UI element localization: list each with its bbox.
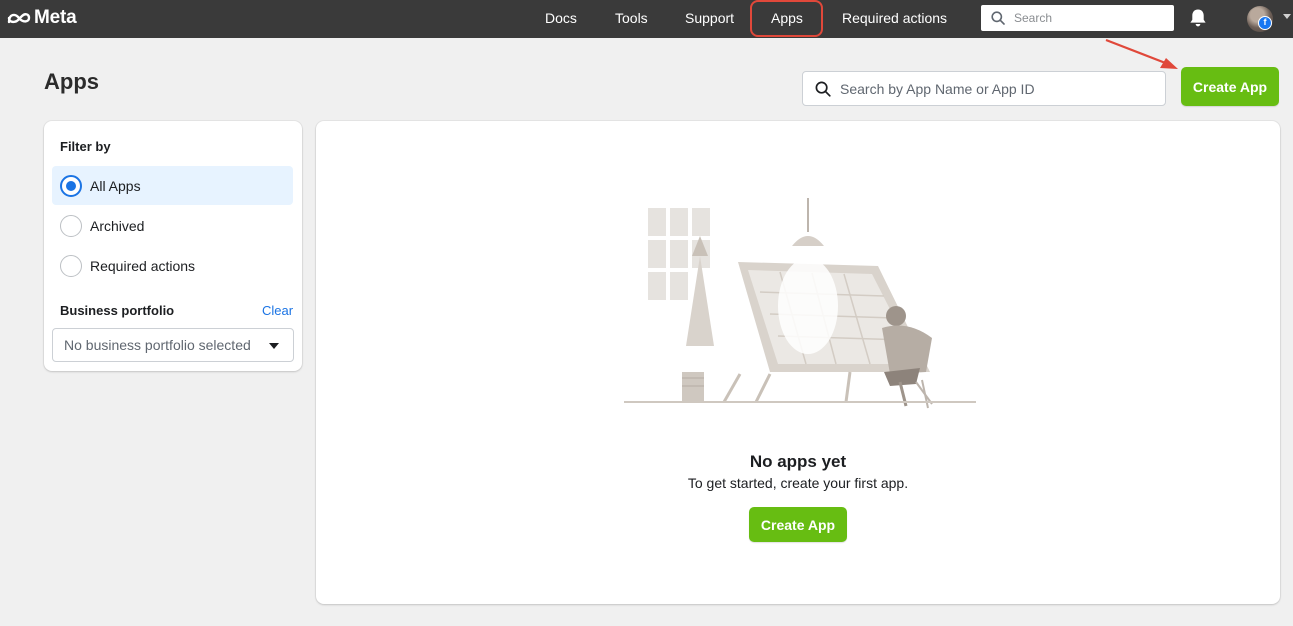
nav-link-docs[interactable]: Docs [545,10,577,26]
radio-button[interactable] [60,254,82,277]
logo-text: Meta [34,7,77,28]
page-title: Apps [44,69,99,94]
search-icon [991,11,1005,25]
app-search-input[interactable] [840,80,1160,97]
filter-sidebar: Filter by All Apps Archived Required act… [44,121,302,371]
filter-option-label: Required actions [90,257,196,274]
filter-option-all-apps[interactable]: All Apps [52,166,293,205]
empty-state-illustration [624,198,976,409]
nav-link-required-actions[interactable]: Required actions [842,10,947,26]
radio-button-checked[interactable] [60,174,82,197]
empty-state-title: No apps yet [749,452,847,471]
filter-option-label: All Apps [90,177,141,194]
caret-down-icon [269,343,279,349]
annotation-arrow-icon [1105,38,1178,69]
nav-link-tools[interactable]: Tools [615,10,648,26]
clear-link[interactable]: Clear [262,303,293,318]
create-first-app-button[interactable]: Create App [749,507,847,542]
radio-button[interactable] [60,214,82,237]
facebook-badge-icon: f [1258,16,1272,30]
nav-link-support[interactable]: Support [685,10,734,26]
search-icon [815,81,831,97]
filter-option-archived[interactable]: Archived [52,206,293,245]
chevron-down-icon[interactable] [1283,14,1291,19]
filter-option-label: Archived [90,217,145,234]
dropdown-value: No business portfolio selected [64,337,251,353]
meta-infinity-icon [7,13,31,24]
filter-option-required-actions[interactable]: Required actions [52,246,293,285]
app-search-box[interactable] [802,71,1166,106]
meta-logo[interactable]: Meta [6,7,77,28]
global-search-input[interactable] [1014,11,1164,25]
create-app-button[interactable]: Create App [1181,67,1279,106]
global-search-box[interactable] [981,5,1174,31]
business-portfolio-dropdown[interactable]: No business portfolio selected [52,328,294,362]
empty-state-subtitle: To get started, create your first app. [687,475,909,491]
apps-highlight-annotation [750,0,823,37]
bell-icon[interactable] [1187,7,1209,29]
top-navigation-bar: Meta Docs Tools Support Apps Required ac… [0,0,1293,38]
business-portfolio-heading: Business portfolio [60,303,175,318]
filter-by-heading: Filter by [60,139,111,154]
